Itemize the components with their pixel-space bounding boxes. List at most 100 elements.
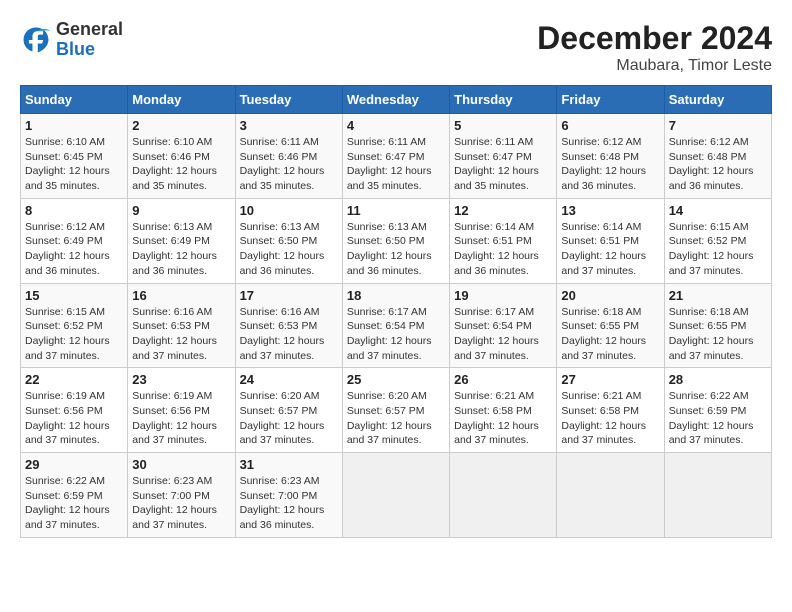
calendar-cell: 24 Sunrise: 6:20 AM Sunset: 6:57 PM Dayl…	[235, 368, 342, 453]
day-number: 9	[132, 203, 230, 218]
daylight-label: Daylight: 12 hours and 37 minutes.	[132, 504, 217, 531]
calendar-cell: 7 Sunrise: 6:12 AM Sunset: 6:48 PM Dayli…	[664, 114, 771, 199]
day-number: 27	[561, 372, 659, 387]
calendar-week-3: 15 Sunrise: 6:15 AM Sunset: 6:52 PM Dayl…	[21, 283, 772, 368]
logo-general-text: General	[56, 20, 123, 40]
day-info: Sunrise: 6:12 AM Sunset: 6:48 PM Dayligh…	[669, 135, 767, 194]
sunrise-label: Sunrise: 6:12 AM	[669, 136, 749, 148]
calendar-cell: 27 Sunrise: 6:21 AM Sunset: 6:58 PM Dayl…	[557, 368, 664, 453]
day-info: Sunrise: 6:13 AM Sunset: 6:50 PM Dayligh…	[240, 220, 338, 279]
sunset-label: Sunset: 6:51 PM	[561, 235, 639, 247]
sunset-label: Sunset: 6:53 PM	[240, 320, 318, 332]
sunrise-label: Sunrise: 6:22 AM	[669, 390, 749, 402]
sunset-label: Sunset: 7:00 PM	[132, 490, 210, 502]
calendar-cell: 19 Sunrise: 6:17 AM Sunset: 6:54 PM Dayl…	[450, 283, 557, 368]
sunset-label: Sunset: 6:45 PM	[25, 151, 103, 163]
day-info: Sunrise: 6:19 AM Sunset: 6:56 PM Dayligh…	[25, 389, 123, 448]
sunrise-label: Sunrise: 6:23 AM	[240, 475, 320, 487]
sunrise-label: Sunrise: 6:11 AM	[347, 136, 426, 148]
daylight-label: Daylight: 12 hours and 35 minutes.	[454, 165, 539, 192]
sunset-label: Sunset: 6:48 PM	[669, 151, 747, 163]
sunset-label: Sunset: 6:49 PM	[25, 235, 103, 247]
sunrise-label: Sunrise: 6:23 AM	[132, 475, 212, 487]
calendar-cell: 2 Sunrise: 6:10 AM Sunset: 6:46 PM Dayli…	[128, 114, 235, 199]
daylight-label: Daylight: 12 hours and 37 minutes.	[347, 335, 432, 362]
day-number: 13	[561, 203, 659, 218]
day-info: Sunrise: 6:11 AM Sunset: 6:47 PM Dayligh…	[347, 135, 445, 194]
location-title: Maubara, Timor Leste	[537, 57, 772, 75]
day-info: Sunrise: 6:23 AM Sunset: 7:00 PM Dayligh…	[240, 474, 338, 533]
day-number: 10	[240, 203, 338, 218]
day-number: 7	[669, 118, 767, 133]
calendar-cell: 14 Sunrise: 6:15 AM Sunset: 6:52 PM Dayl…	[664, 198, 771, 283]
sunrise-label: Sunrise: 6:11 AM	[240, 136, 319, 148]
daylight-label: Daylight: 12 hours and 37 minutes.	[669, 335, 754, 362]
sunrise-label: Sunrise: 6:17 AM	[454, 306, 534, 318]
daylight-label: Daylight: 12 hours and 37 minutes.	[561, 335, 646, 362]
sunrise-label: Sunrise: 6:12 AM	[25, 221, 105, 233]
day-number: 23	[132, 372, 230, 387]
day-info: Sunrise: 6:20 AM Sunset: 6:57 PM Dayligh…	[240, 389, 338, 448]
daylight-label: Daylight: 12 hours and 37 minutes.	[240, 335, 325, 362]
day-info: Sunrise: 6:21 AM Sunset: 6:58 PM Dayligh…	[454, 389, 552, 448]
calendar-cell	[450, 453, 557, 538]
day-info: Sunrise: 6:13 AM Sunset: 6:50 PM Dayligh…	[347, 220, 445, 279]
calendar-cell: 30 Sunrise: 6:23 AM Sunset: 7:00 PM Dayl…	[128, 453, 235, 538]
daylight-label: Daylight: 12 hours and 36 minutes.	[454, 250, 539, 277]
sunrise-label: Sunrise: 6:12 AM	[561, 136, 641, 148]
day-number: 21	[669, 288, 767, 303]
daylight-label: Daylight: 12 hours and 36 minutes.	[240, 250, 325, 277]
calendar-week-2: 8 Sunrise: 6:12 AM Sunset: 6:49 PM Dayli…	[21, 198, 772, 283]
daylight-label: Daylight: 12 hours and 37 minutes.	[669, 250, 754, 277]
daylight-label: Daylight: 12 hours and 36 minutes.	[25, 250, 110, 277]
calendar-cell: 3 Sunrise: 6:11 AM Sunset: 6:46 PM Dayli…	[235, 114, 342, 199]
day-info: Sunrise: 6:10 AM Sunset: 6:45 PM Dayligh…	[25, 135, 123, 194]
day-info: Sunrise: 6:14 AM Sunset: 6:51 PM Dayligh…	[561, 220, 659, 279]
calendar-cell: 16 Sunrise: 6:16 AM Sunset: 6:53 PM Dayl…	[128, 283, 235, 368]
sunrise-label: Sunrise: 6:18 AM	[561, 306, 641, 318]
daylight-label: Daylight: 12 hours and 37 minutes.	[669, 420, 754, 447]
day-info: Sunrise: 6:14 AM Sunset: 6:51 PM Dayligh…	[454, 220, 552, 279]
daylight-label: Daylight: 12 hours and 37 minutes.	[561, 250, 646, 277]
logo: General Blue	[20, 20, 123, 60]
day-number: 3	[240, 118, 338, 133]
sunset-label: Sunset: 6:54 PM	[347, 320, 425, 332]
day-info: Sunrise: 6:10 AM Sunset: 6:46 PM Dayligh…	[132, 135, 230, 194]
day-info: Sunrise: 6:17 AM Sunset: 6:54 PM Dayligh…	[454, 305, 552, 364]
day-number: 16	[132, 288, 230, 303]
day-info: Sunrise: 6:16 AM Sunset: 6:53 PM Dayligh…	[240, 305, 338, 364]
page-header: General Blue December 2024 Maubara, Timo…	[20, 20, 772, 75]
calendar-cell: 5 Sunrise: 6:11 AM Sunset: 6:47 PM Dayli…	[450, 114, 557, 199]
day-info: Sunrise: 6:12 AM Sunset: 6:48 PM Dayligh…	[561, 135, 659, 194]
sunrise-label: Sunrise: 6:15 AM	[669, 221, 749, 233]
sunrise-label: Sunrise: 6:16 AM	[240, 306, 320, 318]
day-number: 1	[25, 118, 123, 133]
day-number: 14	[669, 203, 767, 218]
sunrise-label: Sunrise: 6:16 AM	[132, 306, 212, 318]
day-number: 8	[25, 203, 123, 218]
calendar-week-5: 29 Sunrise: 6:22 AM Sunset: 6:59 PM Dayl…	[21, 453, 772, 538]
sunset-label: Sunset: 6:50 PM	[240, 235, 318, 247]
calendar-cell: 9 Sunrise: 6:13 AM Sunset: 6:49 PM Dayli…	[128, 198, 235, 283]
sunset-label: Sunset: 6:47 PM	[454, 151, 532, 163]
calendar-week-1: 1 Sunrise: 6:10 AM Sunset: 6:45 PM Dayli…	[21, 114, 772, 199]
day-info: Sunrise: 6:15 AM Sunset: 6:52 PM Dayligh…	[25, 305, 123, 364]
day-info: Sunrise: 6:20 AM Sunset: 6:57 PM Dayligh…	[347, 389, 445, 448]
day-number: 15	[25, 288, 123, 303]
day-info: Sunrise: 6:22 AM Sunset: 6:59 PM Dayligh…	[669, 389, 767, 448]
sunset-label: Sunset: 6:53 PM	[132, 320, 210, 332]
weekday-header-row: SundayMondayTuesdayWednesdayThursdayFrid…	[21, 86, 772, 114]
weekday-friday: Friday	[557, 86, 664, 114]
day-number: 26	[454, 372, 552, 387]
day-number: 17	[240, 288, 338, 303]
day-number: 30	[132, 457, 230, 472]
weekday-thursday: Thursday	[450, 86, 557, 114]
daylight-label: Daylight: 12 hours and 37 minutes.	[347, 420, 432, 447]
daylight-label: Daylight: 12 hours and 37 minutes.	[25, 504, 110, 531]
daylight-label: Daylight: 12 hours and 36 minutes.	[347, 250, 432, 277]
day-info: Sunrise: 6:11 AM Sunset: 6:47 PM Dayligh…	[454, 135, 552, 194]
sunset-label: Sunset: 6:49 PM	[132, 235, 210, 247]
weekday-saturday: Saturday	[664, 86, 771, 114]
day-number: 5	[454, 118, 552, 133]
day-info: Sunrise: 6:22 AM Sunset: 6:59 PM Dayligh…	[25, 474, 123, 533]
